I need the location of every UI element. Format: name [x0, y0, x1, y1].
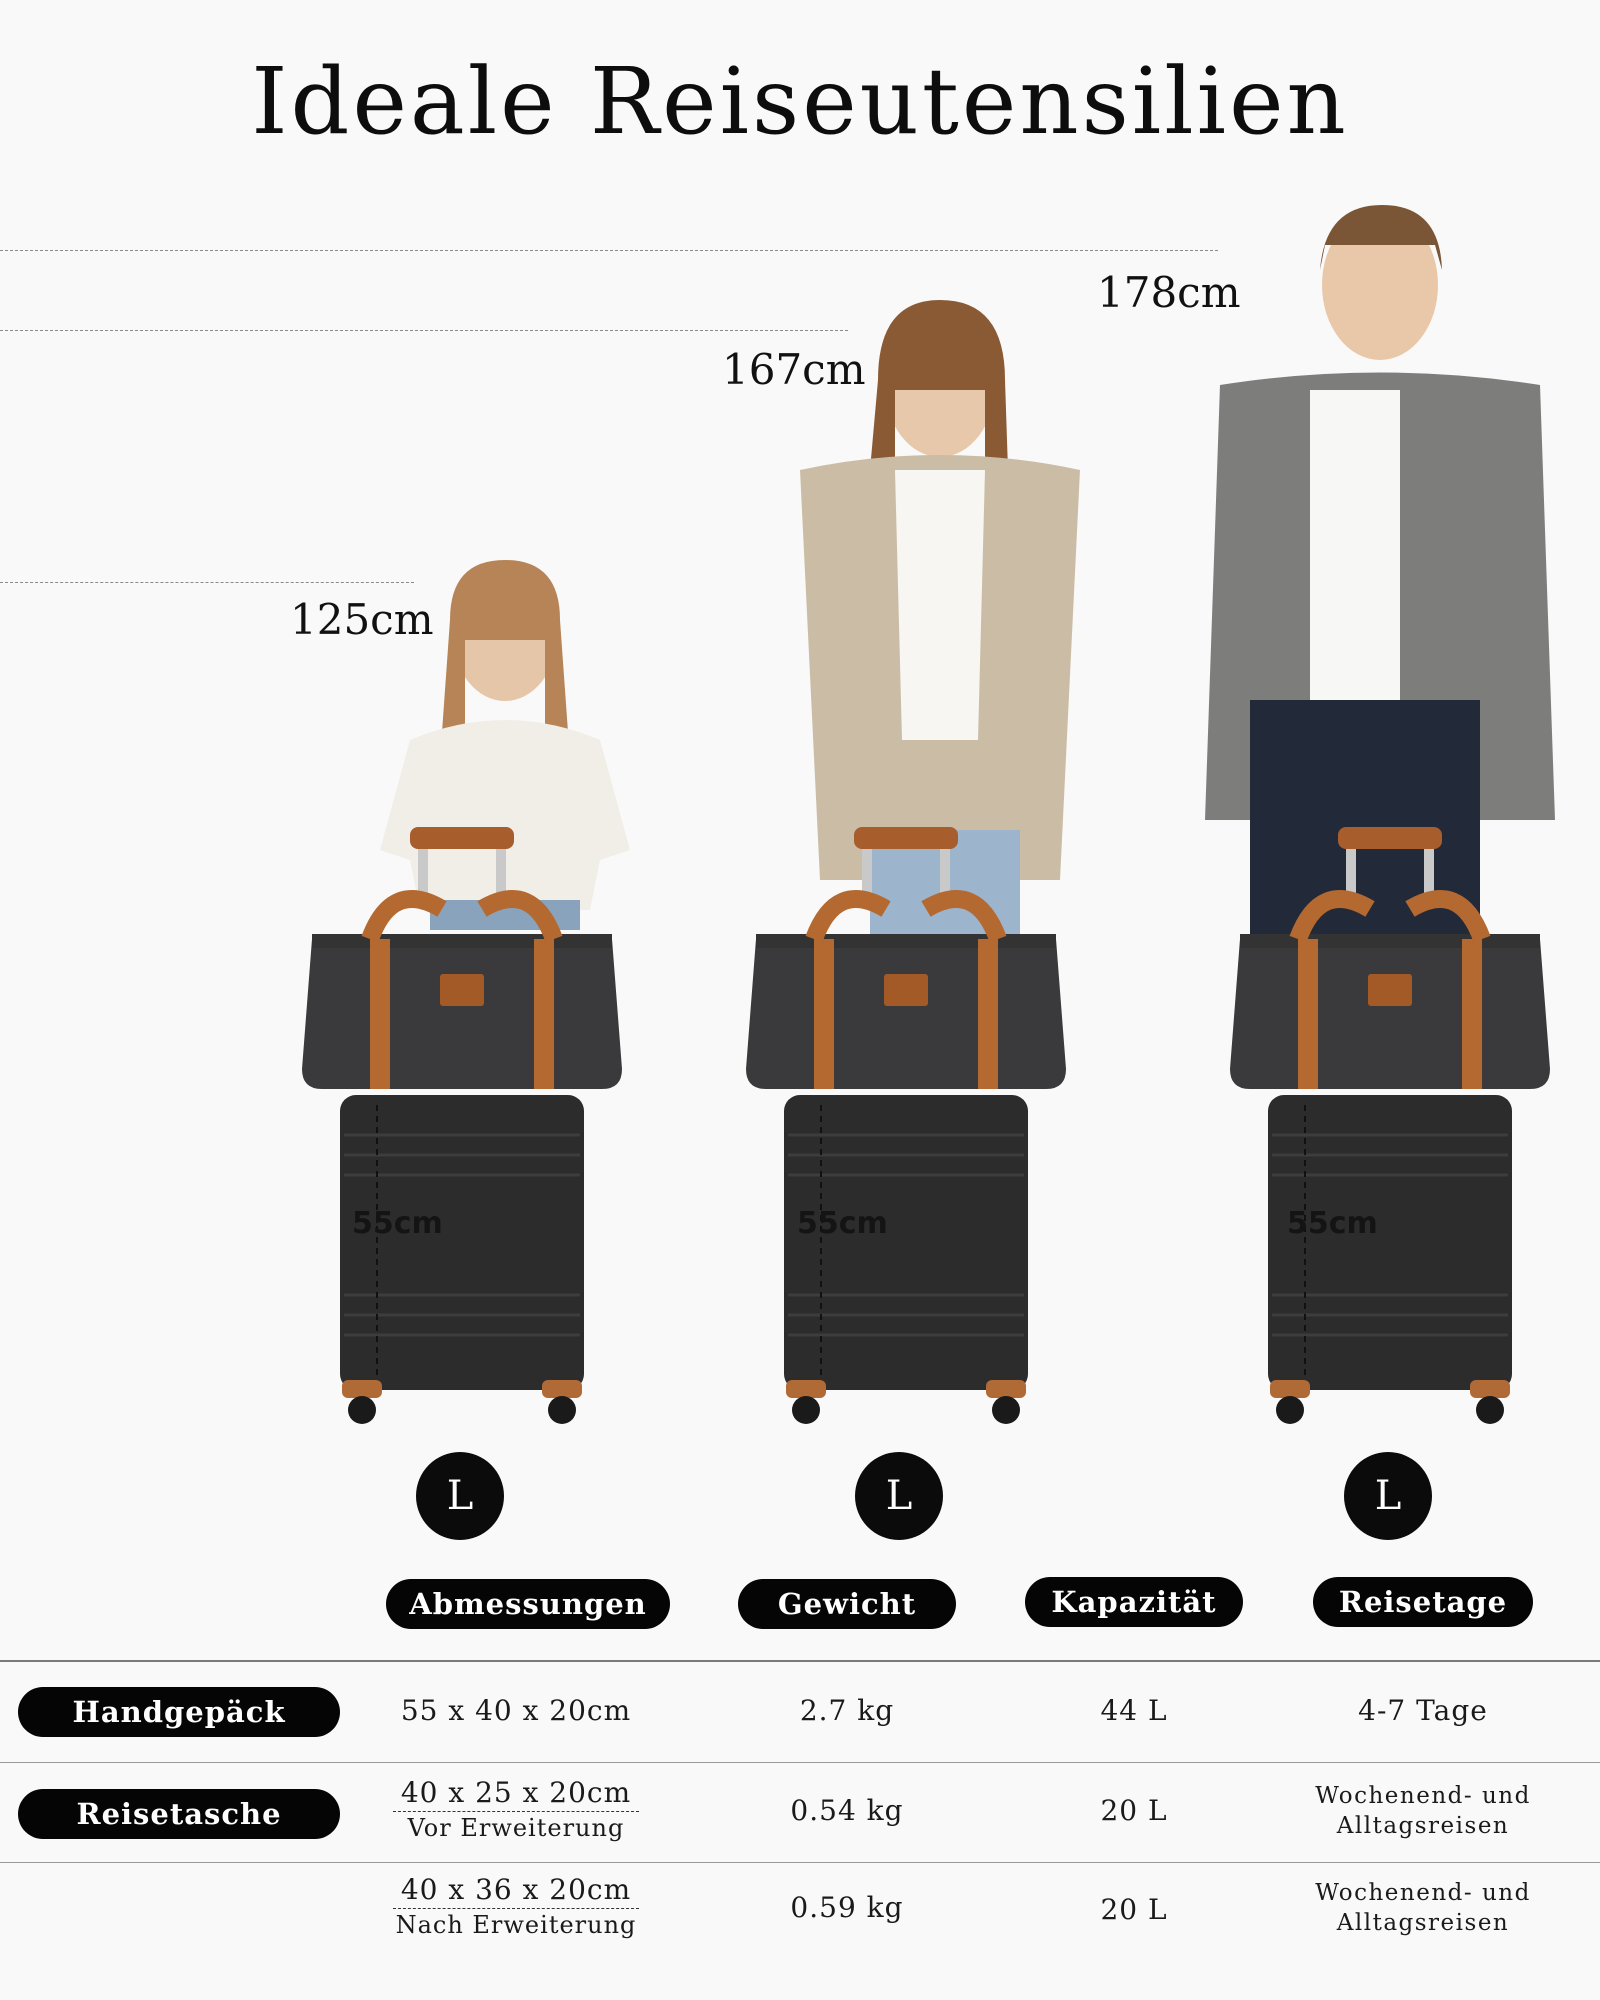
luggage-height-label-3: 55cm — [1287, 1206, 1378, 1241]
table-row-1-weight: 2.7 kg — [799, 1694, 895, 1727]
column-header-travel-days: Reisetage — [1313, 1577, 1533, 1627]
table-row-3-dimensions: 40 x 36 x 20cm — [392, 1873, 640, 1909]
table-row-3-dimensions-cell: 40 x 36 x 20cm Nach Erweiterung — [376, 1873, 656, 1939]
size-badge-2: L — [855, 1452, 943, 1540]
table-row-2-capacity: 20 L — [1100, 1794, 1168, 1827]
table-row-1-capacity: 44 L — [1100, 1694, 1168, 1727]
table-row-3-weight: 0.59 kg — [790, 1891, 904, 1924]
table-row-1-dimensions: 55 x 40 x 20cm — [400, 1694, 632, 1727]
table-row-3-dimensions-note: Nach Erweiterung — [395, 1911, 637, 1939]
table-row-2-dimensions-note: Vor Erweiterung — [407, 1814, 625, 1842]
column-header-weight: Gewicht — [738, 1579, 956, 1629]
row-label-travel-bag: Reisetasche — [18, 1789, 340, 1839]
table-row-3-days: Wochenend- und Alltagsreisen — [1303, 1878, 1543, 1938]
table-divider-2 — [0, 1862, 1600, 1863]
size-badge-1: L — [416, 1452, 504, 1540]
table-row-1-days: 4-7 Tage — [1358, 1694, 1488, 1727]
luggage-height-label-1: 55cm — [352, 1206, 443, 1241]
luggage-height-label-2: 55cm — [797, 1206, 888, 1241]
size-badge-3: L — [1344, 1452, 1432, 1540]
column-header-dimensions: Abmessungen — [386, 1579, 670, 1629]
table-divider-top — [0, 1660, 1600, 1662]
table-row-3-capacity: 20 L — [1100, 1893, 1168, 1926]
table-row-2-days-line2: Alltagsreisen — [1336, 1813, 1510, 1839]
table-row-2-days: Wochenend- und Alltagsreisen — [1303, 1781, 1543, 1841]
table-row-3-days-line1: Wochenend- und — [1315, 1880, 1531, 1906]
row-label-carry-on: Handgepäck — [18, 1687, 340, 1737]
table-row-2-weight: 0.54 kg — [790, 1794, 904, 1827]
table-row-2-days-line1: Wochenend- und — [1315, 1783, 1531, 1809]
table-row-3-days-line2: Alltagsreisen — [1336, 1910, 1510, 1936]
table-divider-1 — [0, 1762, 1600, 1763]
column-header-capacity: Kapazität — [1025, 1577, 1243, 1627]
table-row-2-dimensions: 40 x 25 x 20cm — [392, 1776, 640, 1812]
table-row-2-dimensions-cell: 40 x 25 x 20cm Vor Erweiterung — [376, 1776, 656, 1842]
